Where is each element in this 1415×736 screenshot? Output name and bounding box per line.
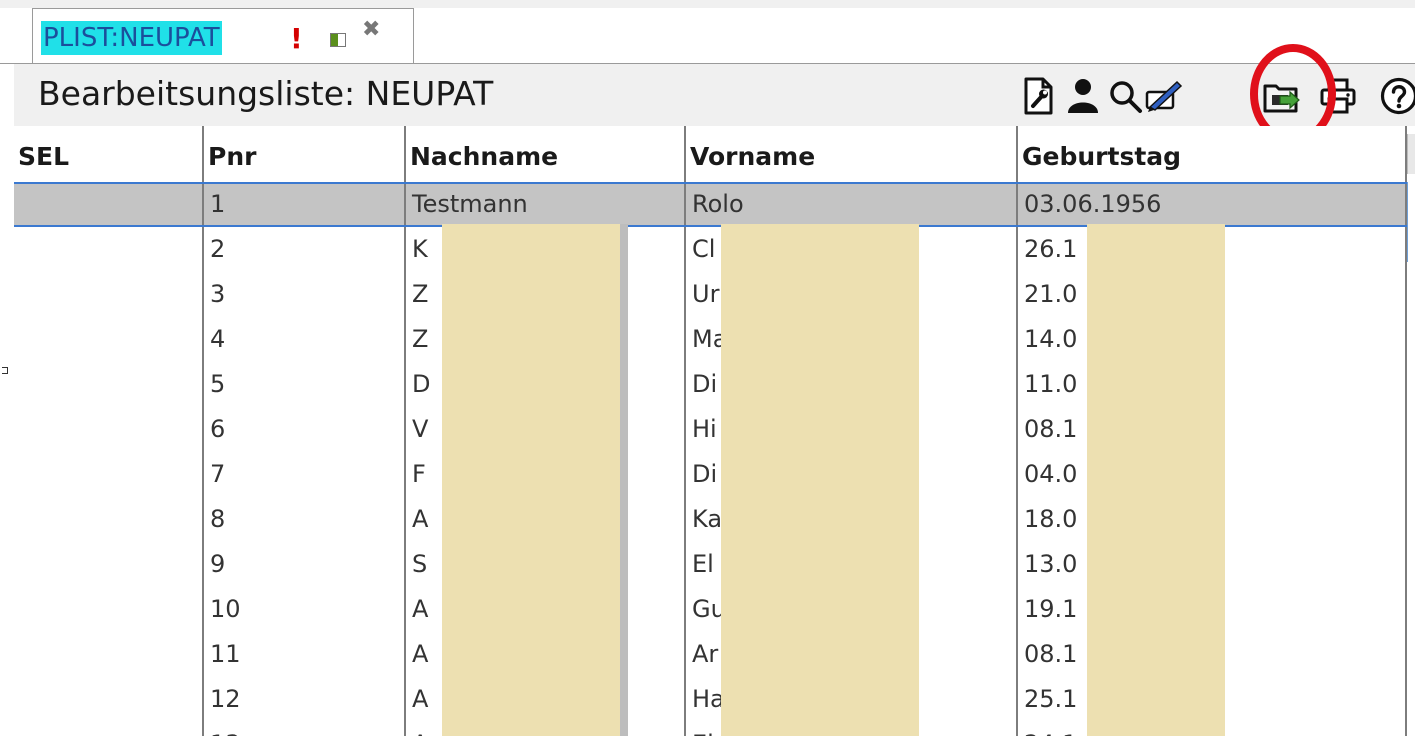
cell-vorname[interactable]: Rolo: [686, 184, 1018, 225]
cell-sel[interactable]: [14, 632, 204, 677]
cell-pnr[interactable]: 6: [204, 407, 406, 452]
cell-sel[interactable]: [14, 587, 204, 632]
help-icon: [1380, 77, 1415, 115]
cell-pnr[interactable]: 13: [204, 722, 406, 736]
write-button[interactable]: [1144, 76, 1184, 116]
search-button[interactable]: [1105, 76, 1145, 116]
column-header-nachname[interactable]: Nachname: [406, 126, 686, 182]
cell-pnr[interactable]: 7: [204, 452, 406, 497]
cell-sel[interactable]: [14, 452, 204, 497]
cell-pnr[interactable]: 2: [204, 227, 406, 272]
column-header-geburtstag[interactable]: Geburtstag: [1018, 126, 1407, 182]
cell-sel[interactable]: [14, 272, 204, 317]
patient-table: SEL Pnr Nachname Vorname Geburtstag 1 Tes…: [14, 126, 1415, 736]
patient-button[interactable]: [1063, 76, 1103, 116]
split-view-icon[interactable]: [330, 33, 346, 47]
cell-sel[interactable]: [14, 722, 204, 736]
cell-pnr[interactable]: 4: [204, 317, 406, 362]
pen-icon: [1145, 80, 1183, 112]
cell-pnr[interactable]: 1: [204, 184, 406, 225]
cell-pnr[interactable]: 12: [204, 677, 406, 722]
redaction-geburtstag: [1087, 224, 1225, 736]
cell-sel[interactable]: [14, 184, 204, 225]
cell-pnr[interactable]: 8: [204, 497, 406, 542]
panel-resize-handle[interactable]: [2, 367, 8, 374]
help-button[interactable]: [1379, 76, 1415, 116]
cell-sel[interactable]: [14, 362, 204, 407]
cell-sel[interactable]: [14, 497, 204, 542]
title-bar: Bearbeitsungsliste: NEUPAT: [14, 64, 1415, 126]
cell-pnr[interactable]: 5: [204, 362, 406, 407]
column-header-pnr[interactable]: Pnr: [204, 126, 406, 182]
cell-sel[interactable]: [14, 227, 204, 272]
redaction-shadow: [620, 224, 628, 736]
cell-sel[interactable]: [14, 407, 204, 452]
page-title: Bearbeitsungsliste: NEUPAT: [38, 74, 494, 113]
redaction-vorname: [721, 224, 919, 736]
cell-pnr[interactable]: 11: [204, 632, 406, 677]
search-icon: [1110, 81, 1142, 113]
cell-sel[interactable]: [14, 542, 204, 587]
cell-pnr[interactable]: 3: [204, 272, 406, 317]
cell-sel[interactable]: [14, 317, 204, 362]
edit-document-button[interactable]: [1018, 76, 1058, 116]
app-window: PLIST:NEUPAT ! ✖ Bearbeitsungsliste: NEU…: [0, 0, 1415, 736]
tab-label[interactable]: PLIST:NEUPAT: [41, 21, 222, 55]
column-header-sel[interactable]: SEL: [14, 126, 204, 182]
redaction-nachname: [442, 224, 620, 736]
document-wrench-icon: [1024, 77, 1053, 115]
table-row[interactable]: 1 Testmann Rolo 03.06.1956: [14, 182, 1407, 227]
cell-pnr[interactable]: 9: [204, 542, 406, 587]
close-icon[interactable]: ✖: [362, 17, 380, 43]
table-header: SEL Pnr Nachname Vorname Geburtstag: [14, 126, 1415, 182]
column-chooser[interactable]: [1407, 134, 1415, 174]
cell-nachname[interactable]: Testmann: [406, 184, 686, 225]
warning-icon: !: [290, 22, 303, 55]
tab-plist-neupat[interactable]: PLIST:NEUPAT ! ✖: [32, 8, 414, 64]
top-strip: [0, 0, 1415, 8]
cell-sel[interactable]: [14, 677, 204, 722]
person-icon: [1068, 79, 1098, 113]
column-header-vorname[interactable]: Vorname: [686, 126, 1018, 182]
cell-pnr[interactable]: 10: [204, 587, 406, 632]
cell-geburtstag[interactable]: 03.06.1956: [1018, 184, 1407, 225]
